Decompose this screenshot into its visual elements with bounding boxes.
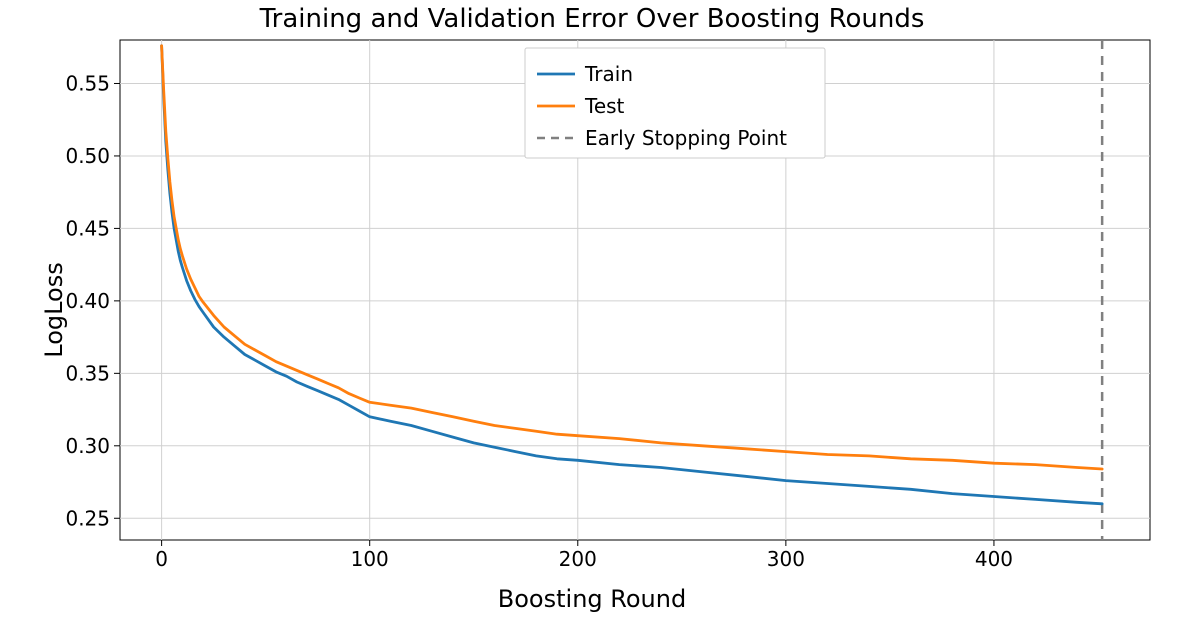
chart-svg: 0 100 200 300 400 0.25 0.30 0.35 0.40 0.45 0.50 0.5… — [0, 0, 1184, 619]
xtick-label: 300 — [767, 547, 805, 571]
xtick-label: 400 — [975, 547, 1013, 571]
xtick-label: 0 — [155, 547, 168, 571]
legend-label: Train — [584, 62, 633, 86]
xtick-label: 200 — [559, 547, 597, 571]
ytick-label: 0.40 — [65, 289, 110, 313]
ytick-label: 0.30 — [65, 434, 110, 458]
xtick-label: 100 — [351, 547, 389, 571]
ytick-label: 0.45 — [65, 216, 110, 240]
legend-label: Test — [584, 94, 625, 118]
ytick-label: 0.35 — [65, 361, 110, 385]
chart-container: Training and Validation Error Over Boost… — [0, 0, 1184, 619]
legend-label: Early Stopping Point — [585, 126, 787, 150]
ytick-label: 0.25 — [65, 506, 110, 530]
ytick-label: 0.55 — [65, 71, 110, 95]
ytick-label: 0.50 — [65, 144, 110, 168]
